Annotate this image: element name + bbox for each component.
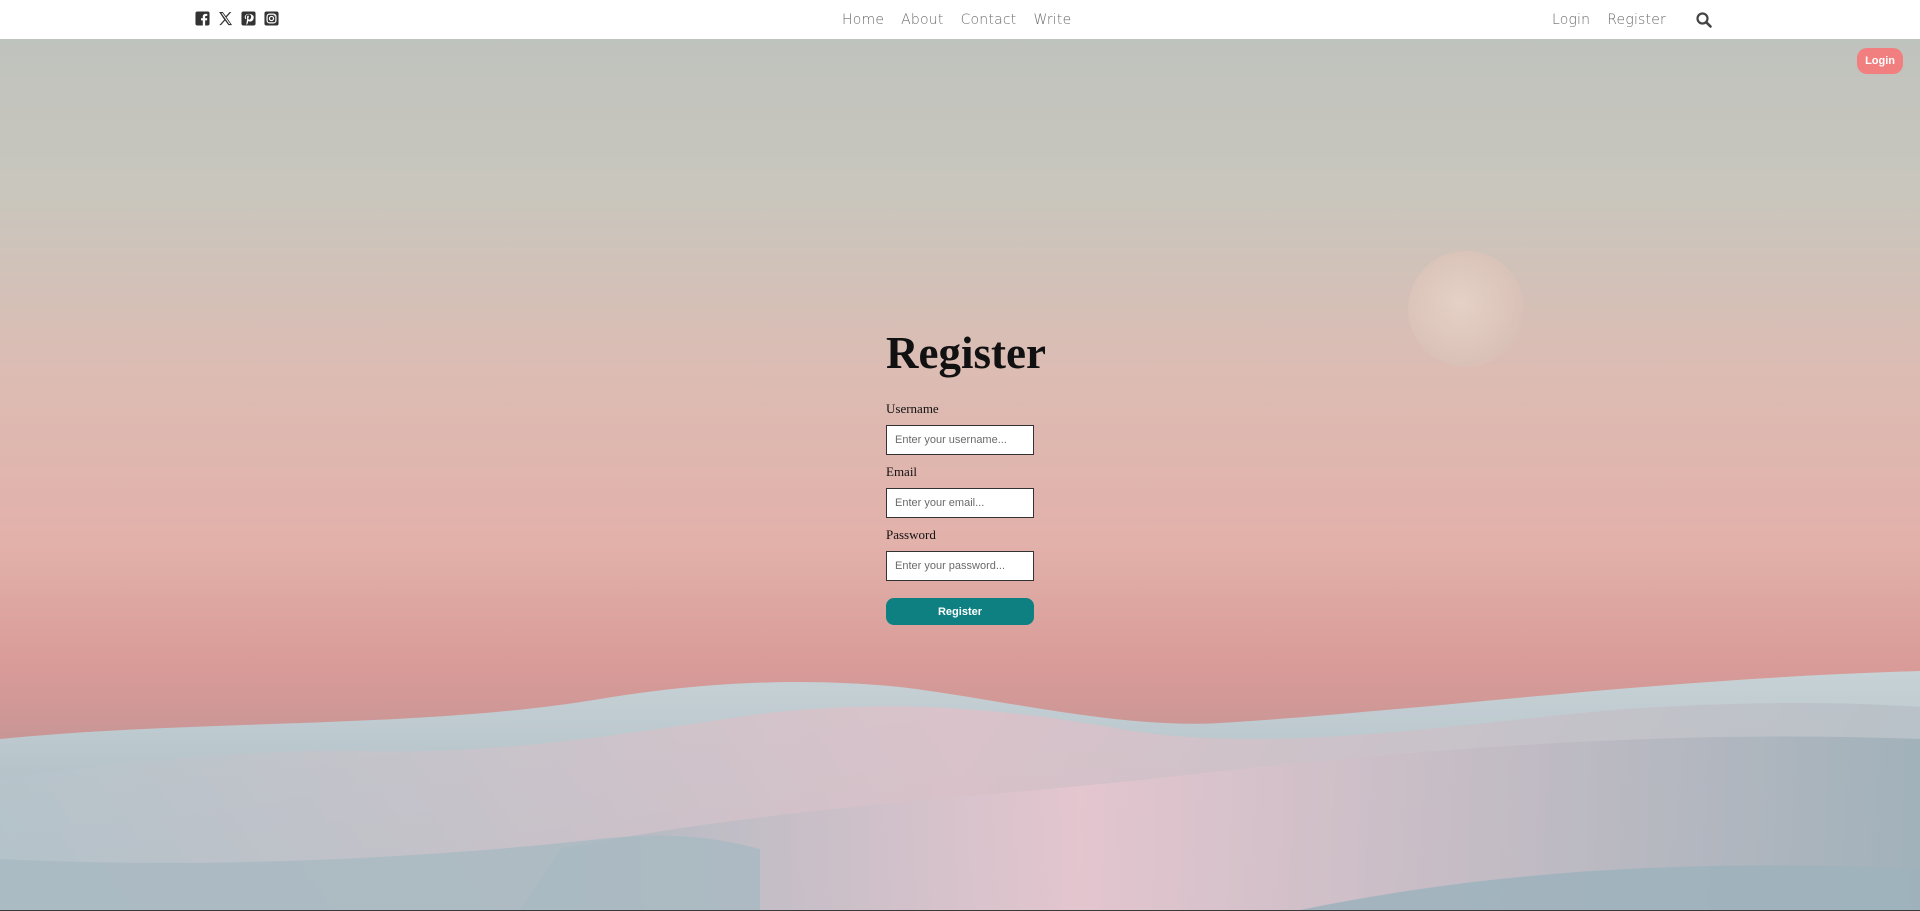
nav-link-write[interactable]: Write bbox=[1033, 12, 1071, 28]
main-nav: Home About Contact Write bbox=[842, 0, 1071, 39]
nav-link-about[interactable]: About bbox=[901, 12, 943, 28]
social-links bbox=[195, 11, 279, 26]
auth-nav: Login Register bbox=[1552, 0, 1713, 39]
password-input[interactable] bbox=[886, 551, 1034, 581]
pinterest-icon[interactable] bbox=[241, 11, 256, 26]
corner-login-button[interactable]: Login bbox=[1857, 48, 1903, 74]
username-input[interactable] bbox=[886, 425, 1034, 455]
x-twitter-icon[interactable] bbox=[218, 11, 233, 26]
instagram-icon[interactable] bbox=[264, 11, 279, 26]
password-label: Password bbox=[886, 527, 936, 542]
register-submit-button[interactable]: Register bbox=[886, 598, 1034, 625]
username-label: Username bbox=[886, 401, 939, 416]
nav-link-home[interactable]: Home bbox=[842, 12, 884, 28]
register-form: Register Username Email Password Registe… bbox=[886, 327, 1046, 625]
nav-link-register[interactable]: Register bbox=[1607, 12, 1666, 28]
search-icon[interactable] bbox=[1695, 11, 1713, 29]
top-navbar: Home About Contact Write Login Register bbox=[0, 0, 1920, 39]
facebook-icon[interactable] bbox=[195, 11, 210, 26]
email-input[interactable] bbox=[886, 488, 1034, 518]
nav-link-login[interactable]: Login bbox=[1552, 12, 1590, 28]
page-title: Register bbox=[886, 328, 1046, 378]
email-label: Email bbox=[886, 464, 918, 479]
nav-link-contact[interactable]: Contact bbox=[961, 12, 1017, 28]
